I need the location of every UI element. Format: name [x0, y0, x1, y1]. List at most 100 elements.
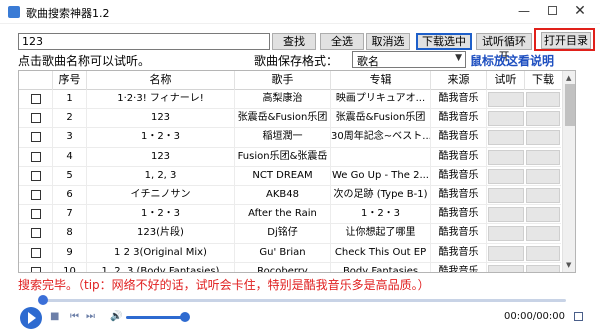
- col-album: 专辑: [331, 71, 431, 90]
- checkbox-icon[interactable]: [30, 151, 41, 162]
- cell-name[interactable]: 123(片段): [87, 224, 235, 244]
- checkbox-icon[interactable]: [30, 94, 41, 104]
- cell-checkbox: [19, 243, 53, 263]
- cell-source: 酷我音乐: [431, 262, 487, 272]
- col-preview: 试听: [487, 71, 525, 90]
- window-title: 歌曲搜索神器1.2: [26, 7, 110, 20]
- table-body: 1 1·2·3! フィナーレ! 高梨康治 映画プリキュアオ... 酷我音乐 2 123 张震岳…: [19, 90, 561, 272]
- scroll-up-icon[interactable]: ▲: [566, 74, 571, 82]
- minimize-icon[interactable]: —: [510, 0, 538, 24]
- checkbox-icon[interactable]: [30, 266, 41, 272]
- checkbox-icon[interactable]: [30, 170, 41, 181]
- scrollbar-thumb[interactable]: [565, 84, 575, 126]
- cell-artist: Rocoberry: [235, 262, 331, 272]
- open-directory-button[interactable]: 打开目录: [541, 32, 591, 49]
- cell-name[interactable]: 1, 2, 3: [87, 166, 235, 186]
- cell-checkbox: [19, 109, 53, 129]
- download-button[interactable]: [526, 226, 560, 242]
- preview-button[interactable]: [488, 207, 524, 223]
- table-row[interactable]: 10 1, 2, 3 (Body Fantasies) Rocoberry Body …: [19, 262, 561, 272]
- table-row[interactable]: 4 123 Fusion乐团&张震岳 酷我音乐: [19, 147, 561, 167]
- results-table: 序号 名称 歌手 专辑 来源 试听 下载 1 1·2·3! フィナーレ! 高梨康治映…: [18, 70, 576, 273]
- checkbox-icon[interactable]: [30, 228, 41, 239]
- next-icon[interactable]: ⏭: [86, 311, 95, 322]
- preview-button[interactable]: [488, 111, 524, 127]
- preview-button[interactable]: [488, 187, 524, 203]
- cell-name[interactable]: 1・2・3: [87, 128, 235, 148]
- cell-name[interactable]: 1 2 3(Original Mix): [87, 243, 235, 263]
- table-row[interactable]: 91 2 3(Original Mix) Gu' Brian Check This …: [19, 243, 561, 263]
- cell-name[interactable]: 123: [87, 109, 235, 129]
- cell-name[interactable]: 123: [87, 147, 235, 167]
- checkbox-icon[interactable]: [30, 132, 41, 143]
- cell-album: 1・2・3: [331, 205, 431, 225]
- download-button[interactable]: [526, 187, 560, 203]
- preview-button[interactable]: [488, 264, 524, 272]
- cell-name[interactable]: 1・2・3: [87, 205, 235, 225]
- download-selected-button[interactable]: 下载选中: [416, 33, 472, 50]
- preview-button[interactable]: [488, 149, 524, 165]
- table-row[interactable]: 6 イチニノサン AKB48 次の足跡 (Type B-1) 酷我音乐: [19, 185, 561, 206]
- preview-button[interactable]: [488, 226, 524, 242]
- play-button[interactable]: [20, 307, 42, 329]
- download-button[interactable]: [526, 111, 560, 127]
- col-checkbox: [19, 71, 53, 90]
- checkbox-icon[interactable]: [30, 113, 41, 124]
- format-select-value: 歌名: [357, 55, 379, 68]
- search-button[interactable]: 查找: [272, 33, 316, 50]
- preview-button[interactable]: [488, 168, 524, 184]
- cell-index: 9: [53, 243, 87, 263]
- cancel-select-button[interactable]: 取消选: [366, 33, 410, 50]
- vertical-scrollbar[interactable]: ▲ ▼: [562, 71, 575, 272]
- cell-source: 酷我音乐: [431, 185, 487, 205]
- checkbox-icon[interactable]: [30, 189, 41, 200]
- cell-name[interactable]: 1·2·3! フィナーレ!: [87, 90, 235, 109]
- cell-name[interactable]: 1, 2, 3 (Body Fantasies): [87, 262, 235, 272]
- checkbox-icon[interactable]: [30, 209, 41, 220]
- download-button[interactable]: [526, 207, 560, 223]
- volume-knob[interactable]: [180, 312, 190, 322]
- cell-index: 5: [53, 166, 87, 186]
- cell-artist: After the Rain: [235, 205, 331, 225]
- select-all-button[interactable]: 全选: [320, 33, 364, 50]
- volume-icon[interactable]: 🔊: [110, 311, 122, 322]
- table-row[interactable]: 1 1·2·3! フィナーレ! 高梨康治 映画プリキュアオ... 酷我音乐: [19, 90, 561, 110]
- download-button[interactable]: [526, 264, 560, 272]
- table-row[interactable]: 3 1・2・3 稲垣潤一 30周年記念~ベスト... 酷我音乐: [19, 128, 561, 148]
- fullscreen-icon[interactable]: [574, 312, 583, 321]
- table-row[interactable]: 8 123(片段) Dj铭仔 让你想起了哪里 酷我音乐: [19, 224, 561, 244]
- download-button[interactable]: [526, 92, 560, 107]
- help-hint[interactable]: 鼠标放这看说明: [470, 52, 554, 69]
- table-row[interactable]: 5 1, 2, 3 NCT DREAM We Go Up - The 2... 酷我音乐: [19, 166, 561, 186]
- table-header: 序号 名称 歌手 专辑 来源 试听 下载: [19, 71, 561, 90]
- format-select[interactable]: 歌名 ▼: [352, 51, 466, 68]
- download-button[interactable]: [526, 245, 560, 261]
- play-icon: [28, 312, 36, 324]
- table-row[interactable]: 7 1・2・3 After the Rain 1・2・3 酷我音乐: [19, 205, 561, 225]
- download-button[interactable]: [526, 130, 560, 146]
- cell-artist: 张震岳&Fusion乐团: [235, 109, 331, 129]
- preview-button[interactable]: [488, 245, 524, 261]
- cell-album: 30周年記念~ベスト...: [331, 128, 431, 148]
- cell-album: 次の足跡 (Type B-1): [331, 185, 431, 205]
- seek-knob[interactable]: [38, 295, 48, 305]
- cell-index: 7: [53, 205, 87, 225]
- volume-slider[interactable]: [126, 316, 184, 319]
- download-button[interactable]: [526, 168, 560, 184]
- preview-button[interactable]: [488, 130, 524, 146]
- download-button[interactable]: [526, 149, 560, 165]
- loop-play-button[interactable]: 试听循环开: [476, 33, 532, 63]
- scroll-down-icon[interactable]: ▼: [566, 261, 571, 269]
- cell-name[interactable]: イチニノサン: [87, 185, 235, 205]
- table-row[interactable]: 2 123 张震岳&Fusion乐团 张震岳&Fusion乐团 酷我音乐: [19, 109, 561, 129]
- preview-hint: 点击歌曲名称可以试听。: [18, 54, 151, 68]
- preview-button[interactable]: [488, 92, 524, 107]
- prev-icon[interactable]: ⏮: [70, 311, 79, 322]
- close-icon[interactable]: ✕: [566, 0, 594, 24]
- maximize-icon[interactable]: [538, 0, 566, 24]
- stop-icon[interactable]: ■: [50, 311, 59, 322]
- seek-bar[interactable]: [42, 299, 566, 302]
- search-input[interactable]: [18, 33, 270, 50]
- checkbox-icon[interactable]: [30, 247, 41, 258]
- cell-album: [331, 147, 431, 167]
